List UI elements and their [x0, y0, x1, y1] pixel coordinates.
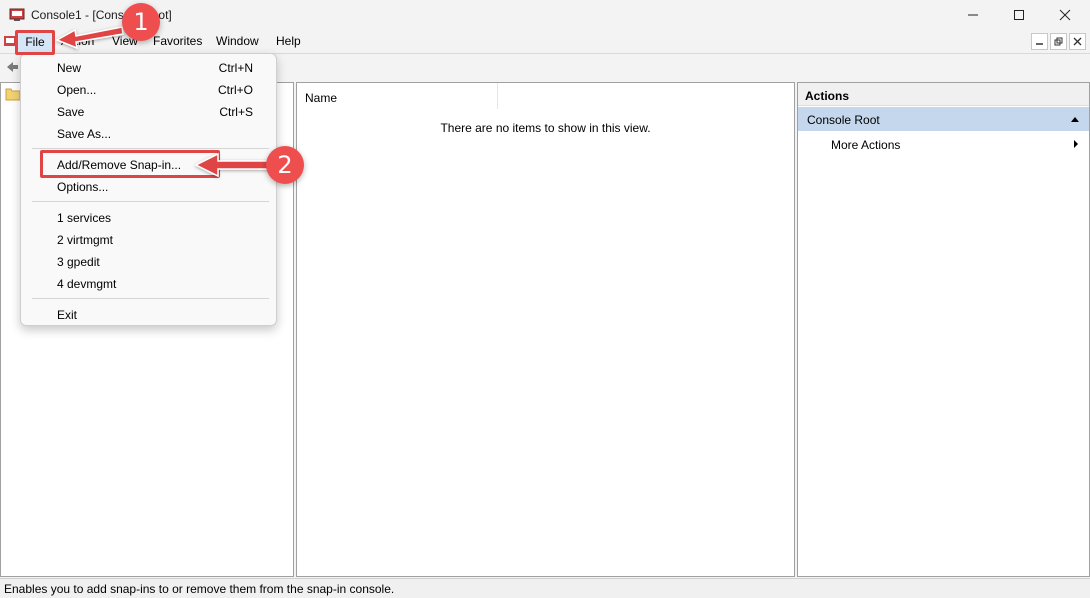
arrow-step-1 — [55, 26, 124, 50]
arrow-step-2 — [194, 152, 269, 178]
step-badge-2: 2 — [266, 146, 304, 184]
annotation-arrows — [55, 26, 269, 178]
step-badge-1: 1 — [122, 3, 160, 41]
